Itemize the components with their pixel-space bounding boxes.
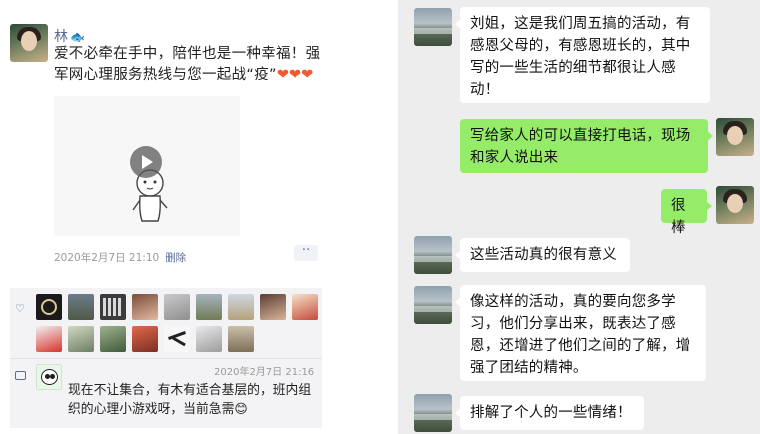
delete-link[interactable]: 删除 <box>165 252 186 264</box>
liker-avatar[interactable] <box>36 294 62 320</box>
chat-message: 排解了个人的一些情绪！ <box>455 396 644 430</box>
hearts-emoji: ❤❤❤ <box>276 67 314 83</box>
divider <box>10 358 322 359</box>
contact-avatar[interactable] <box>414 286 452 324</box>
my-avatar[interactable] <box>716 118 754 156</box>
chat-message: 刘姐，这是我们周五搞的活动，有感恩父母的，有感恩班长的，其中写的一些生活的细节都… <box>455 7 710 103</box>
post-meta: 2020年2月7日 21:10 删除 <box>54 250 186 265</box>
liker-avatar[interactable] <box>132 294 158 320</box>
my-avatar[interactable] <box>716 186 754 224</box>
contact-avatar[interactable] <box>414 236 452 274</box>
liker-avatar[interactable] <box>196 294 222 320</box>
liker-avatar[interactable] <box>260 294 286 320</box>
author-avatar[interactable] <box>10 24 48 62</box>
likes-comments-box: ♡ 2020年2月7日 21:16 现在不让集合，有木有适合基层的，班内组织的心… <box>10 288 322 428</box>
liker-avatar[interactable] <box>132 326 158 352</box>
liker-avatar[interactable] <box>228 326 254 352</box>
chat-message: 这些活动真的很有意义 <box>455 238 630 272</box>
video-thumbnail[interactable] <box>54 96 240 236</box>
play-icon[interactable] <box>130 146 162 178</box>
liker-avatar[interactable] <box>68 326 94 352</box>
liker-avatar[interactable] <box>100 326 126 352</box>
contact-avatar[interactable] <box>414 394 452 432</box>
liker-avatar[interactable] <box>164 294 190 320</box>
commenter-avatar[interactable] <box>36 364 62 390</box>
moments-post: 林 🐟 爱不必牵在手中，陪伴也是一种幸福！强军网心理服务热线与您一起战“疫”❤❤❤… <box>0 0 392 434</box>
liker-avatar[interactable] <box>164 326 190 352</box>
heart-outline-icon: ♡ <box>15 302 25 315</box>
chat-message: 写给家人的可以直接打电话，现场和家人说出来 <box>460 119 713 173</box>
post-timestamp: 2020年2月7日 21:10 <box>54 252 160 264</box>
liker-avatar[interactable] <box>100 294 126 320</box>
liker-avatar[interactable] <box>196 326 222 352</box>
liker-avatar[interactable] <box>36 326 62 352</box>
liker-avatar[interactable] <box>292 294 318 320</box>
chat-message: 很棒 <box>661 189 712 236</box>
comment-icon <box>15 371 26 380</box>
author-name[interactable]: 林 🐟 <box>54 26 85 46</box>
contact-avatar[interactable] <box>414 8 452 46</box>
fish-emoji: 🐟 <box>70 30 85 44</box>
chat-panel: 刘姐，这是我们周五搞的活动，有感恩父母的，有感恩班长的，其中写的一些生活的细节都… <box>398 0 760 434</box>
comment-timestamp: 2020年2月7日 21:16 <box>214 367 315 378</box>
more-actions-button[interactable]: ·· <box>294 244 318 261</box>
comment-text: 现在不让集合，有木有适合基层的，班内组织的心理小游戏呀，当前急需😊 <box>68 383 312 417</box>
chat-message: 像这样的活动，真的要向您多学习，他们分享出来，既表达了感恩，还增进了他们之间的了… <box>455 285 706 381</box>
liker-avatar[interactable] <box>68 294 94 320</box>
post-text: 爱不必牵在手中，陪伴也是一种幸福！强军网心理服务热线与您一起战“疫”❤❤❤ <box>54 46 321 83</box>
liker-avatar[interactable] <box>228 294 254 320</box>
